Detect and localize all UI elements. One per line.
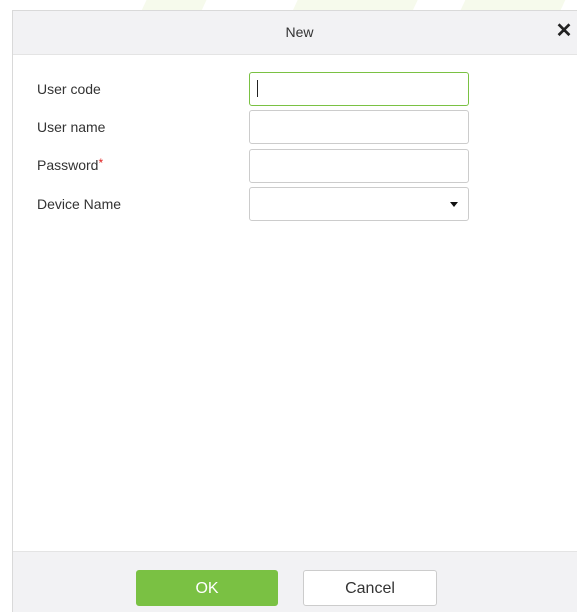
close-icon[interactable]: ✕ — [554, 20, 574, 42]
password-input[interactable] — [249, 149, 469, 183]
dialog-header: New ✕ — [13, 11, 577, 55]
device-name-label: Device Name — [37, 196, 122, 212]
user-code-input[interactable] — [249, 72, 469, 106]
password-label-text: Password — [37, 157, 99, 173]
required-marker: * — [98, 156, 104, 170]
ok-button[interactable]: OK — [136, 570, 278, 606]
screen: New ✕ User code User name Password* Devi… — [0, 0, 577, 612]
user-code-label: User code — [37, 81, 101, 97]
user-name-label: User name — [37, 119, 106, 135]
dialog-title: New — [285, 24, 314, 40]
new-user-dialog: New ✕ User code User name Password* Devi… — [12, 10, 577, 612]
chevron-down-icon — [450, 202, 458, 207]
cancel-button[interactable]: Cancel — [303, 570, 437, 606]
user-name-input[interactable] — [249, 110, 469, 144]
password-label: Password* — [37, 156, 104, 173]
user-code-field-wrapper — [249, 72, 469, 106]
device-name-select[interactable] — [249, 187, 469, 221]
dialog-footer: OK Cancel — [13, 551, 577, 612]
text-cursor — [257, 80, 258, 97]
